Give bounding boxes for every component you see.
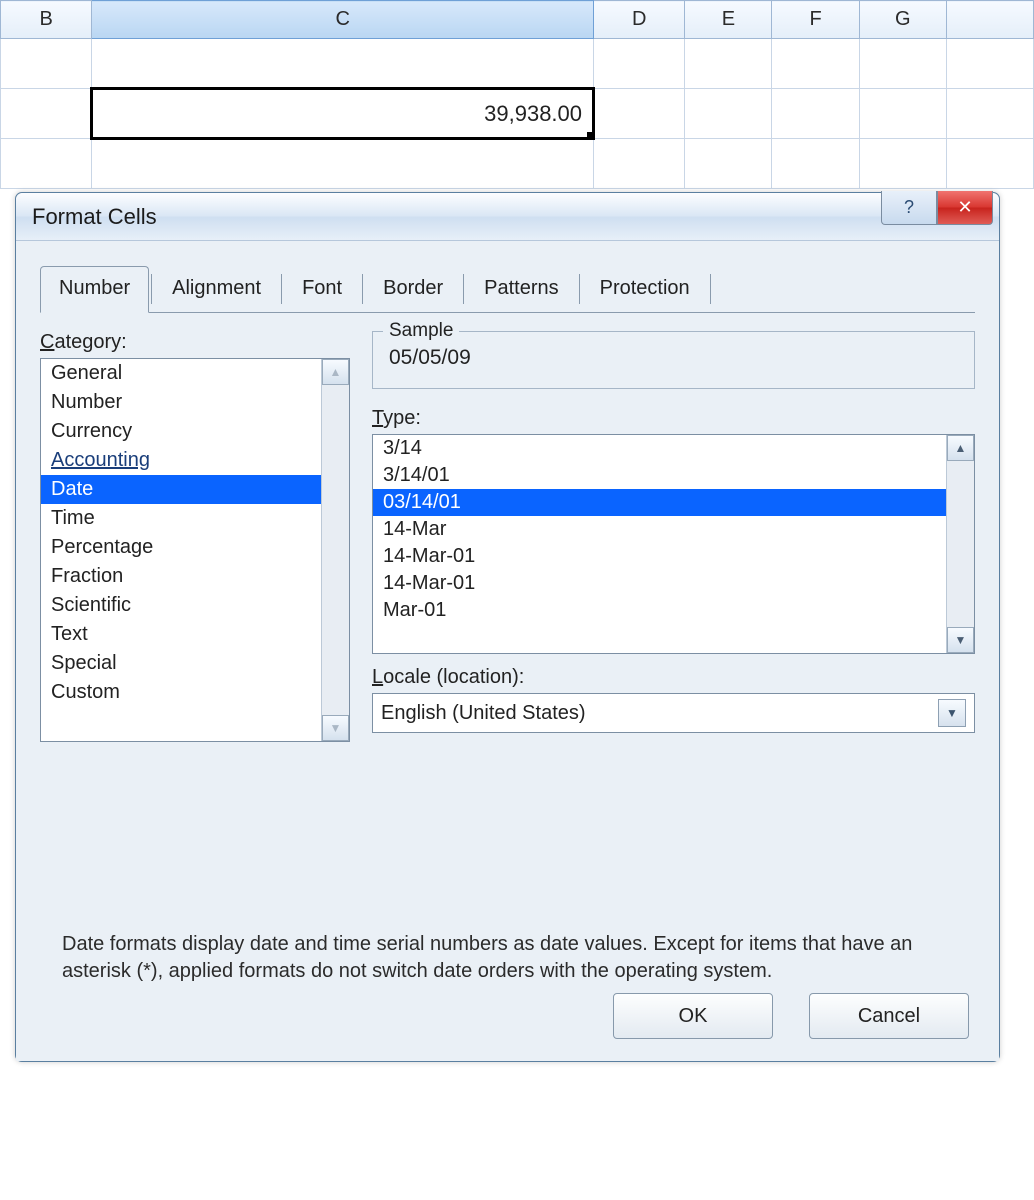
cell[interactable] [772, 39, 859, 89]
type-item-selected[interactable]: 03/14/01 [373, 489, 946, 516]
locale-dropdown[interactable]: English (United States) ▼ [372, 693, 975, 733]
sample-value: 05/05/09 [387, 342, 960, 374]
col-header[interactable]: D [594, 1, 685, 39]
cell[interactable] [859, 39, 946, 89]
type-item[interactable]: Mar-01 [373, 597, 946, 624]
tab-separator [463, 274, 464, 304]
category-item-selected[interactable]: Date [41, 475, 321, 504]
category-item[interactable]: Text [41, 620, 321, 649]
tab-protection[interactable]: Protection [582, 267, 708, 312]
format-description: Date formats display date and time seria… [62, 931, 953, 985]
cell[interactable] [594, 89, 685, 139]
sample-label: Sample [383, 320, 459, 342]
tab-alignment[interactable]: Alignment [154, 267, 279, 312]
cell[interactable] [594, 139, 685, 189]
category-item[interactable]: Custom [41, 678, 321, 707]
column-header-row: B C D E F G [1, 1, 1034, 39]
format-cells-dialog: Format Cells ? ✕ Number Alignment Font B… [15, 192, 1000, 1062]
dialog-body: Number Alignment Font Border Patterns Pr… [16, 241, 999, 1061]
category-item[interactable]: Currency [41, 417, 321, 446]
tab-separator [579, 274, 580, 304]
cell[interactable] [92, 139, 594, 189]
category-scrollbar[interactable]: ▲ ▼ [321, 359, 349, 741]
type-item[interactable]: 3/14/01 [373, 462, 946, 489]
category-item[interactable]: Fraction [41, 562, 321, 591]
dialog-titlebar[interactable]: Format Cells ? ✕ [16, 193, 999, 241]
scroll-down-icon[interactable]: ▼ [322, 715, 349, 741]
cell[interactable] [946, 89, 1033, 139]
tab-border[interactable]: Border [365, 267, 461, 312]
category-item[interactable]: Accounting [41, 446, 321, 475]
category-item[interactable]: Scientific [41, 591, 321, 620]
col-header[interactable]: G [859, 1, 946, 39]
ok-button[interactable]: OK [613, 993, 773, 1039]
cell[interactable] [594, 39, 685, 89]
col-header[interactable]: F [772, 1, 859, 39]
cancel-button[interactable]: Cancel [809, 993, 969, 1039]
cell[interactable] [685, 39, 772, 89]
category-listbox[interactable]: General Number Currency Accounting Date … [40, 358, 350, 742]
tab-separator [710, 274, 711, 304]
cell[interactable] [946, 139, 1033, 189]
type-item[interactable]: 14-Mar-01 [373, 570, 946, 597]
tab-separator [362, 274, 363, 304]
dialog-title: Format Cells [32, 204, 157, 230]
tab-patterns[interactable]: Patterns [466, 267, 576, 312]
type-item[interactable]: 3/14 [373, 435, 946, 462]
tab-number[interactable]: Number [40, 266, 149, 313]
help-button[interactable]: ? [881, 191, 937, 225]
scroll-up-icon[interactable]: ▲ [322, 359, 349, 385]
tab-separator [151, 274, 152, 304]
type-scrollbar[interactable]: ▲ ▼ [946, 435, 974, 653]
cell[interactable] [1, 39, 92, 89]
tab-font[interactable]: Font [284, 267, 360, 312]
type-item[interactable]: 14-Mar [373, 516, 946, 543]
cell[interactable] [92, 39, 594, 89]
category-item[interactable]: Percentage [41, 533, 321, 562]
category-item[interactable]: Special [41, 649, 321, 678]
col-header[interactable]: C [92, 1, 594, 39]
type-item[interactable]: 14-Mar-01 [373, 543, 946, 570]
scroll-up-icon[interactable]: ▲ [947, 435, 974, 461]
col-header[interactable]: E [685, 1, 772, 39]
category-item[interactable]: Number [41, 388, 321, 417]
close-button[interactable]: ✕ [937, 191, 993, 225]
tab-separator [281, 274, 282, 304]
cell[interactable] [685, 89, 772, 139]
cell[interactable] [772, 89, 859, 139]
col-header[interactable]: B [1, 1, 92, 39]
cell[interactable] [685, 139, 772, 189]
cell[interactable] [772, 139, 859, 189]
cell[interactable] [946, 39, 1033, 89]
cell[interactable] [1, 89, 92, 139]
sample-groupbox: Sample 05/05/09 [372, 331, 975, 389]
category-item[interactable]: Time [41, 504, 321, 533]
category-item[interactable]: General [41, 359, 321, 388]
cell[interactable] [859, 89, 946, 139]
selected-cell[interactable]: 39,938.00 [92, 89, 594, 139]
cell[interactable] [1, 139, 92, 189]
spreadsheet-grid[interactable]: B C D E F G 39,938.00 [0, 0, 1034, 189]
tab-strip: Number Alignment Font Border Patterns Pr… [40, 265, 975, 313]
scroll-down-icon[interactable]: ▼ [947, 627, 974, 653]
type-listbox[interactable]: 3/14 3/14/01 03/14/01 14-Mar 14-Mar-01 1… [372, 434, 975, 654]
category-label: Category: [40, 331, 350, 354]
col-header[interactable] [946, 1, 1033, 39]
locale-label: Locale (location): [372, 666, 975, 689]
cell[interactable] [859, 139, 946, 189]
locale-value: English (United States) [381, 702, 586, 725]
chevron-down-icon[interactable]: ▼ [938, 699, 966, 727]
type-label: Type: [372, 407, 975, 430]
